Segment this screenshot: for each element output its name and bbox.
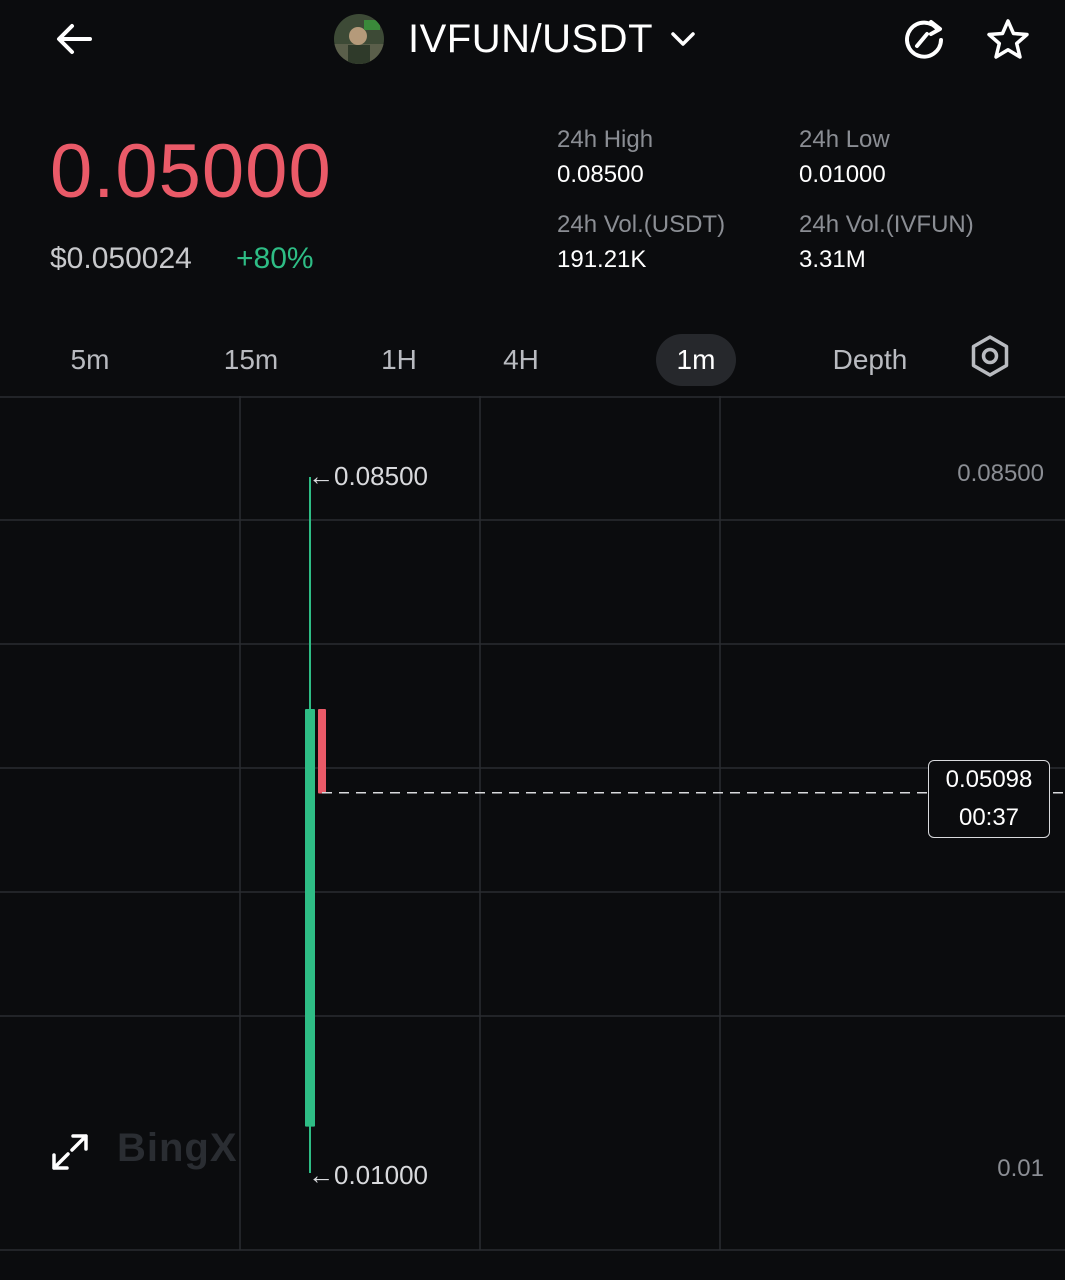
refresh-icon (905, 20, 943, 59)
candle-body (318, 709, 326, 794)
expand-icon (52, 1134, 88, 1170)
pair-selector[interactable]: IVFUN/USDT (334, 12, 697, 66)
low-marker-label: ←0.01000 (308, 1160, 428, 1190)
tab-1h[interactable]: 1H (366, 334, 432, 386)
pair-name: IVFUN/USDT (408, 16, 653, 61)
low-label: 24h Low (799, 126, 890, 153)
back-button[interactable] (50, 14, 100, 64)
high-value: 0.08500 (557, 161, 644, 188)
vol-base-value: 3.31M (799, 246, 866, 273)
change-percent: +80% (236, 242, 314, 275)
tab-4h[interactable]: 4H (488, 334, 554, 386)
last-price: 0.05000 (50, 129, 332, 214)
candle-body (305, 709, 315, 1127)
tab-1m[interactable]: 1m (656, 334, 736, 386)
high-marker-label: ←0.08500 (308, 461, 428, 491)
vol-usdt-value: 191.21K (557, 246, 647, 273)
candle-group (305, 477, 326, 1173)
tab-depth[interactable]: Depth (815, 334, 925, 386)
tab-5m[interactable]: 5m (55, 334, 125, 386)
vol-base-label: 24h Vol.(IVFUN) (799, 211, 974, 238)
usd-price: $0.050024 (50, 242, 192, 275)
fullscreen-button[interactable] (50, 1132, 90, 1172)
refresh-button[interactable] (898, 14, 950, 66)
current-price-value: 0.05098 (945, 766, 1033, 793)
axis-label-top: 0.08500 (957, 460, 1044, 487)
high-label: 24h High (557, 126, 654, 153)
chart-settings-button[interactable] (968, 334, 1012, 378)
settings-hex-icon (971, 335, 1009, 377)
vol-usdt-label: 24h Vol.(USDT) (557, 211, 726, 238)
token-avatar (334, 14, 384, 64)
axis-label-bottom: 0.01 (997, 1155, 1044, 1182)
brand-watermark: BingX (117, 1126, 238, 1170)
arrow-left-icon (57, 24, 92, 54)
star-icon (987, 19, 1029, 59)
low-value: 0.01000 (799, 161, 886, 188)
chevron-down-icon (671, 32, 695, 46)
candle-countdown: 00:37 (958, 804, 1020, 831)
current-price-tag: 0.05098 00:37 (928, 760, 1050, 838)
favorite-button[interactable] (982, 14, 1034, 66)
chart-grid (0, 396, 1065, 1251)
tab-15m[interactable]: 15m (212, 334, 290, 386)
